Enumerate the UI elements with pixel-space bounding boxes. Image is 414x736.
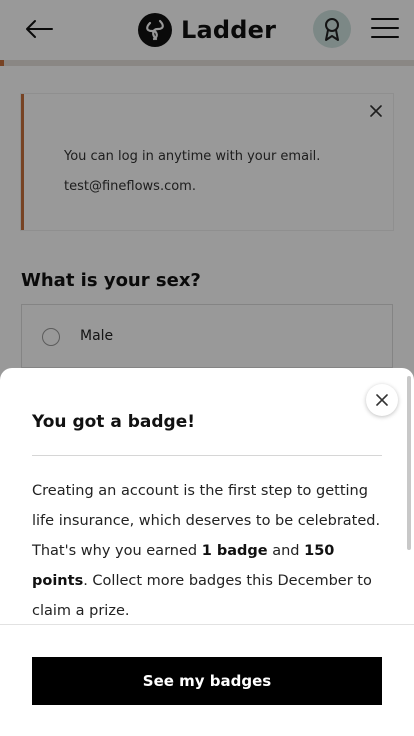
badge-modal: You got a badge! Creating an account is …: [0, 368, 414, 736]
see-my-badges-button[interactable]: See my badges: [32, 657, 382, 705]
modal-title: You got a badge!: [32, 412, 195, 432]
divider: [32, 455, 382, 456]
modal-scrollbar[interactable]: [407, 376, 411, 550]
body-text-part: and: [267, 543, 305, 559]
modal-footer: See my badges: [0, 624, 414, 736]
modal-body-text: Creating an account is the first step to…: [32, 476, 386, 626]
close-icon: [376, 394, 388, 406]
modal-close-button[interactable]: [366, 384, 398, 416]
badge-count: 1 badge: [201, 543, 268, 559]
body-text-part: . Collect more badges this December to c…: [32, 573, 372, 619]
